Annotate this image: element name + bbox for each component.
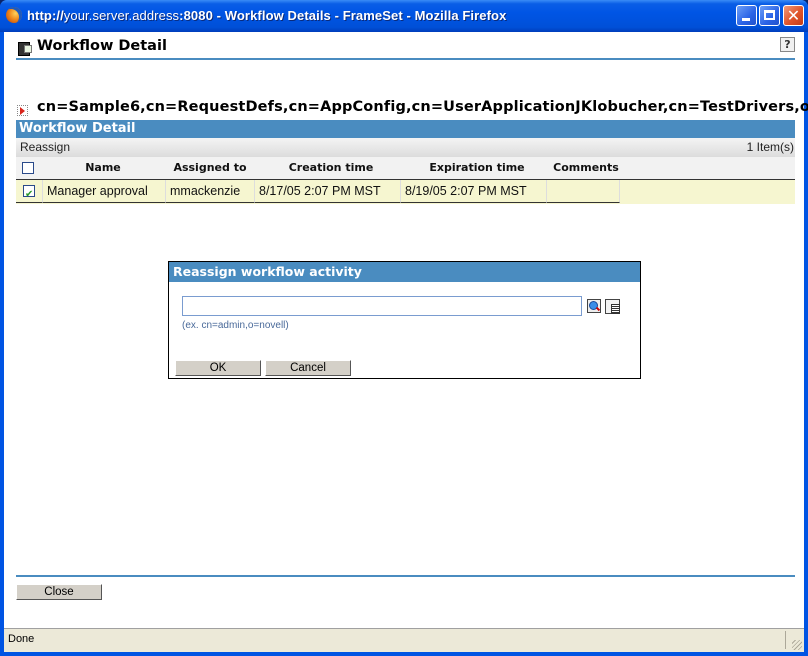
- workflow-icon: [18, 42, 32, 56]
- cancel-button[interactable]: Cancel: [265, 360, 351, 376]
- status-text: Done: [8, 633, 35, 645]
- page-title: Workflow Detail: [37, 38, 167, 54]
- help-button[interactable]: ?: [780, 37, 795, 52]
- close-icon: ✕: [786, 6, 801, 25]
- resize-grip-icon[interactable]: [792, 640, 802, 650]
- object-lookup-icon[interactable]: [587, 299, 601, 313]
- firefox-icon: [6, 7, 22, 23]
- column-header-assigned-to[interactable]: Assigned to: [162, 157, 258, 179]
- table-row[interactable]: Manager approval mmackenzie 8/17/05 2:07…: [16, 180, 795, 206]
- cell-assigned-to: mmackenzie: [166, 180, 255, 203]
- ok-button[interactable]: OK: [175, 360, 261, 376]
- column-header-expiration-time[interactable]: Expiration time: [404, 157, 550, 179]
- cell-expiration-time: 8/19/05 2:07 PM MST: [401, 180, 547, 203]
- status-divider: [785, 631, 786, 649]
- select-all-checkbox[interactable]: [22, 162, 34, 174]
- reassign-link[interactable]: Reassign: [20, 138, 70, 157]
- cell-comments: [547, 180, 620, 203]
- maximize-icon: [764, 10, 775, 20]
- page-content: Workflow Detail ? cn=Sample6,cn=RequestD…: [4, 32, 808, 628]
- column-header-name[interactable]: Name: [44, 157, 162, 179]
- column-header-creation-time[interactable]: Creation time: [258, 157, 404, 179]
- status-bar: Done: [4, 628, 804, 652]
- row-select-cell: [16, 180, 43, 206]
- assignee-dn-input[interactable]: [182, 296, 582, 316]
- maximize-button[interactable]: [759, 5, 780, 26]
- close-button[interactable]: Close: [16, 584, 102, 600]
- dialog-title: Reassign workflow activity: [169, 262, 640, 282]
- cell-name[interactable]: Manager approval: [43, 180, 166, 203]
- minimize-button[interactable]: [736, 5, 757, 26]
- column-header-comments[interactable]: Comments: [550, 157, 622, 179]
- cell-creation-time: 8/17/05 2:07 PM MST: [255, 180, 401, 203]
- title-bar[interactable]: http://your.server.address:8080 - Workfl…: [0, 0, 808, 32]
- item-count: 1 Item(s): [746, 140, 794, 154]
- table-toolbar: Reassign 1 Item(s): [16, 138, 795, 157]
- minimize-icon: [742, 18, 750, 21]
- section-header: Workflow Detail: [16, 120, 795, 138]
- window-title: http://your.server.address:8080 - Workfl…: [27, 8, 507, 23]
- table-header: Name Assigned to Creation time Expiratio…: [16, 157, 795, 180]
- expand-arrow-icon[interactable]: [17, 105, 28, 116]
- header-divider: [16, 58, 795, 60]
- input-hint: (ex. cn=admin,o=novell): [182, 320, 289, 331]
- history-list-icon[interactable]: [605, 299, 620, 314]
- browser-window: http://your.server.address:8080 - Workfl…: [0, 0, 808, 656]
- row-checkbox[interactable]: [23, 183, 35, 206]
- reassign-dialog: Reassign workflow activity (ex. cn=admin…: [168, 261, 641, 379]
- close-window-button[interactable]: ✕: [783, 5, 804, 26]
- footer-divider: [16, 575, 795, 577]
- workflow-dn: cn=Sample6,cn=RequestDefs,cn=AppConfig,c…: [37, 99, 808, 115]
